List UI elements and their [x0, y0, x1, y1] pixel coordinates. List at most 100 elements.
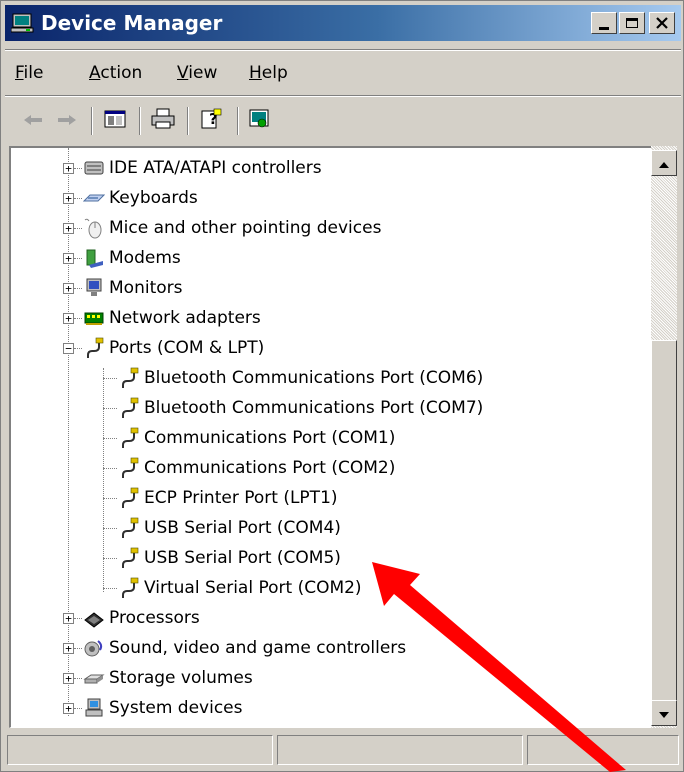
tree-item-label: Storage volumes [109, 668, 253, 688]
arrow-down-icon [658, 704, 670, 723]
vertical-scrollbar[interactable] [651, 146, 677, 728]
show-hide-console-tree-icon [104, 109, 126, 133]
tree-item-label: Ports (COM & LPT) [109, 338, 265, 358]
mouse-icon [83, 217, 105, 239]
menu-bar: File Action View Help [5, 53, 681, 93]
expand-toggle-plus[interactable]: + [63, 193, 74, 204]
back-arrow-icon [22, 112, 44, 131]
minimize-icon [599, 26, 609, 30]
toolbar-top-divider [5, 95, 681, 97]
tree-item-label: ECP Printer Port (LPT1) [144, 488, 338, 508]
tree-category-item[interactable]: Storage volumes [109, 664, 253, 692]
tree-category-item[interactable]: Processors [109, 604, 200, 632]
print-button[interactable] [149, 107, 177, 135]
tree-category-item[interactable]: Ports (COM & LPT) [109, 334, 264, 362]
toolbar-separator [187, 107, 189, 135]
port-connector-icon [118, 367, 140, 389]
tree-category-item[interactable]: Keyboards [109, 184, 198, 212]
tree-item-label: System devices [109, 698, 243, 718]
scroll-down-button[interactable] [651, 700, 677, 726]
tree-port-item[interactable]: USB Serial Port (COM5) [144, 544, 341, 572]
title-bar[interactable]: Device Manager [5, 5, 681, 41]
menu-file[interactable]: File [15, 63, 43, 83]
tree-port-item[interactable]: Communications Port (COM1) [144, 424, 395, 452]
tree-item-label: Monitors [109, 278, 183, 298]
maximize-icon [626, 18, 638, 28]
tree-line [103, 588, 117, 589]
tree-port-item[interactable]: Bluetooth Communications Port (COM7) [144, 394, 483, 422]
tree-port-item[interactable]: Communications Port (COM2) [144, 454, 395, 482]
tree-item-label: Keyboards [109, 188, 198, 208]
tree-line [103, 378, 117, 379]
expand-toggle-plus[interactable]: + [63, 673, 74, 684]
expand-toggle-plus[interactable]: + [63, 283, 74, 294]
expand-toggle-plus[interactable]: + [63, 703, 74, 714]
tree-line [74, 288, 82, 289]
tree-port-item[interactable]: Virtual Serial Port (COM2) [144, 574, 362, 602]
forward-button[interactable] [53, 107, 81, 135]
collapse-toggle-minus[interactable]: − [63, 343, 74, 354]
tree-category-item[interactable]: Network adapters [109, 304, 261, 332]
tree-category-item[interactable]: Sound, video and game controllers [109, 634, 406, 662]
tree-port-item[interactable]: Bluetooth Communications Port (COM6) [144, 364, 483, 392]
keyboard-icon [82, 187, 106, 209]
expand-toggle-plus[interactable]: + [63, 223, 74, 234]
tree-line [74, 258, 82, 259]
scroll-up-button[interactable] [651, 150, 677, 176]
maximize-button[interactable] [619, 12, 645, 34]
menu-view[interactable]: View [177, 63, 217, 83]
tree-item-label: Modems [109, 248, 181, 268]
tree-category-item[interactable]: Monitors [109, 274, 182, 302]
menu-top-divider [5, 49, 681, 51]
expand-toggle-plus[interactable]: + [63, 643, 74, 654]
tree-item-label: Bluetooth Communications Port (COM7) [144, 398, 484, 418]
window-title: Device Manager [41, 11, 223, 35]
port-connector-icon [118, 487, 140, 509]
minimize-button[interactable] [591, 12, 617, 34]
tree-category-item[interactable]: IDE ATA/ATAPI controllers [109, 154, 322, 182]
ide-controller-icon [83, 157, 105, 179]
scroll-thumb[interactable] [651, 340, 677, 704]
status-pane [527, 735, 679, 765]
menu-help[interactable]: Help [249, 63, 288, 83]
help-button[interactable]: ? [197, 107, 225, 135]
port-connector-icon [83, 337, 105, 359]
tree-line [103, 408, 117, 409]
expand-toggle-plus[interactable]: + [63, 313, 74, 324]
menu-action[interactable]: Action [89, 63, 142, 83]
tree-port-item[interactable]: ECP Printer Port (LPT1) [144, 484, 338, 512]
tree-item-label: Mice and other pointing devices [109, 218, 382, 238]
tree-line [74, 348, 82, 349]
toolbar-separator [139, 107, 141, 135]
tree-item-label: USB Serial Port (COM4) [144, 518, 341, 538]
close-button[interactable] [649, 12, 675, 34]
tree-line [103, 528, 117, 529]
tree-item-label: IDE ATA/ATAPI controllers [109, 158, 322, 178]
show-hide-tree-button[interactable] [101, 107, 129, 135]
port-connector-icon [118, 397, 140, 419]
print-icon [151, 108, 175, 134]
tree-category-item[interactable]: Modems [109, 244, 181, 272]
device-tree[interactable]: + IDE ATA/ATAPI controllers + Keyboards + Mic… [9, 146, 653, 728]
tree-item-label: Sound, video and game controllers [109, 638, 407, 658]
toolbar-separator [91, 107, 93, 135]
storage-volume-icon [83, 667, 105, 689]
expand-toggle-plus[interactable]: + [63, 613, 74, 624]
tree-line [74, 198, 82, 199]
expand-toggle-plus[interactable]: + [63, 253, 74, 264]
status-bar [7, 733, 679, 767]
back-button[interactable] [19, 107, 47, 135]
tree-item-label: Network adapters [109, 308, 261, 328]
tree-item-label: Communications Port (COM2) [144, 458, 396, 478]
tree-line [103, 438, 117, 439]
properties-button[interactable] [245, 107, 273, 135]
port-connector-icon [118, 517, 140, 539]
modem-icon [83, 247, 105, 269]
tree-port-item[interactable]: USB Serial Port (COM4) [144, 514, 341, 542]
expand-toggle-plus[interactable]: + [63, 163, 74, 174]
tree-line [74, 618, 82, 619]
processor-icon [83, 607, 105, 629]
tree-category-item[interactable]: System devices [109, 694, 243, 722]
port-connector-icon [118, 577, 140, 599]
tree-category-item[interactable]: Mice and other pointing devices [109, 214, 381, 242]
